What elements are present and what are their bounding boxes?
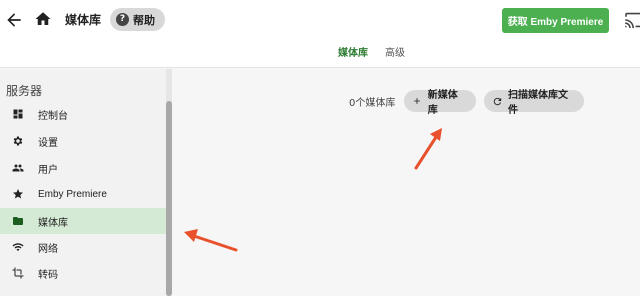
sidebar-heading: 服务器 (6, 84, 43, 98)
sidebar-scrollbar-thumb[interactable] (166, 101, 172, 296)
tab-advanced[interactable]: 高级 (385, 44, 405, 59)
app-header: 媒体库 ? 帮助 获取 Emby Premiere 媒体库 高级 (0, 0, 640, 68)
cast-icon (625, 12, 640, 28)
sidebar-item-label: 媒体库 (38, 217, 68, 229)
new-library-label: 新媒体库 (427, 90, 458, 116)
sidebar-item-transcoding[interactable]: 转码 (0, 260, 166, 286)
sidebar-item-label: 用户 (38, 164, 58, 176)
refresh-icon (492, 96, 503, 107)
sidebar: 服务器 控制台 设置 用户 Emby Premiere 媒体库 网络 转码 (0, 69, 166, 296)
arrow-left-icon (7, 13, 21, 27)
folder-icon (12, 215, 24, 227)
new-library-button[interactable]: 新媒体库 (404, 90, 476, 116)
scan-library-button[interactable]: 扫描媒体库文件 (484, 90, 584, 116)
sidebar-item-emby-premiere[interactable]: Emby Premiere (0, 181, 166, 207)
help-label: 帮助 (133, 13, 155, 27)
help-button[interactable]: ? 帮助 (110, 8, 165, 31)
page-title: 媒体库 (65, 13, 102, 27)
plus-icon (412, 96, 423, 107)
sidebar-item-label: 控制台 (38, 110, 68, 122)
get-premiere-button[interactable]: 获取 Emby Premiere (502, 8, 609, 33)
people-icon (12, 162, 24, 174)
tab-libraries[interactable]: 媒体库 (338, 44, 368, 59)
library-count: 0个媒体库 (349, 98, 396, 109)
tab-bar: 媒体库 高级 (0, 44, 640, 62)
annotation-arrow-icon (414, 128, 442, 170)
annotation-arrow-icon (184, 229, 238, 252)
sidebar-item-label: 设置 (38, 137, 58, 149)
sidebar-item-label: 网络 (38, 243, 58, 255)
sidebar-item-libraries[interactable]: 媒体库 (0, 208, 166, 234)
gear-icon (12, 135, 24, 147)
home-button[interactable] (34, 10, 52, 28)
back-button[interactable] (4, 10, 24, 30)
sidebar-item-label: Emby Premiere (38, 188, 107, 200)
crop-icon (12, 267, 24, 279)
wifi-icon (12, 241, 24, 253)
star-icon (12, 188, 24, 200)
scan-library-label: 扫描媒体库文件 (508, 90, 568, 116)
home-icon (35, 12, 51, 25)
cast-button[interactable] (624, 12, 640, 28)
help-icon: ? (116, 13, 129, 26)
dashboard-icon (12, 108, 24, 120)
sidebar-item-network[interactable]: 网络 (0, 234, 166, 260)
sidebar-item-dashboard[interactable]: 控制台 (0, 101, 166, 127)
sidebar-item-label: 转码 (38, 269, 58, 281)
sidebar-item-settings[interactable]: 设置 (0, 128, 166, 154)
sidebar-item-users[interactable]: 用户 (0, 155, 166, 181)
